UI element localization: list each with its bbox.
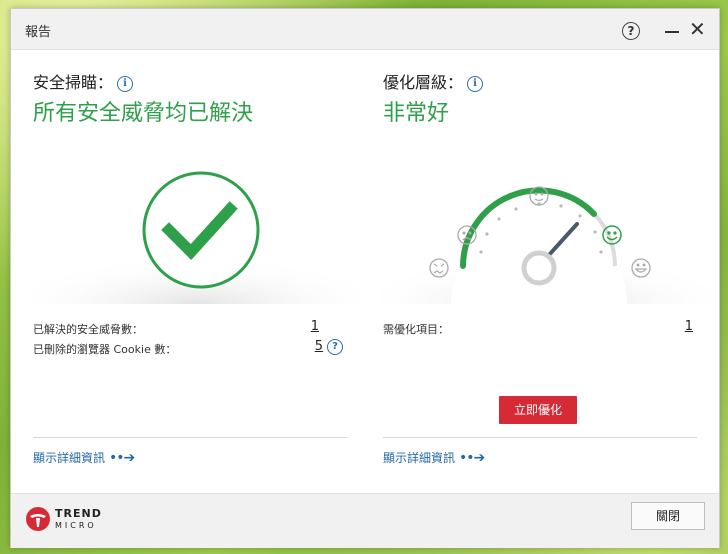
security-scan-heading: 安全掃瞄： i <box>33 69 134 93</box>
footer-bar: TREND MICRO 關閉 <box>11 493 719 548</box>
stat-row: 已解決的安全威脅數： 1 <box>33 319 343 339</box>
info-icon[interactable]: i <box>467 76 484 92</box>
items-to-optimize-count[interactable]: 1 <box>685 319 693 334</box>
optimization-status-text: 非常好 <box>383 101 450 126</box>
security-stats: 已解決的安全威脅數： 1 已刪除的瀏覽器 Cookie 數： 5 ? <box>33 319 343 359</box>
window-close-button[interactable]: ✕ <box>689 18 706 40</box>
optimization-heading-text: 優化層級： <box>383 73 464 92</box>
report-window: 報告 ? ✕ 安全掃瞄： i 所有安全威脅均已解決 已解決的安全威脅數： 1 已… <box>10 8 720 548</box>
optimization-stats: 需優化項目： 1 <box>383 319 693 339</box>
question-icon[interactable]: ? <box>327 339 343 355</box>
window-title: 報告 <box>25 25 52 40</box>
close-button[interactable]: 關閉 <box>631 502 705 530</box>
show-details-link[interactable]: 顯示詳細資訊 ••➔ <box>383 449 485 466</box>
security-scan-heading-text: 安全掃瞄： <box>33 73 114 92</box>
minimize-button[interactable] <box>665 31 679 33</box>
brand-line-1: TREND <box>55 507 102 520</box>
security-visual <box>31 134 361 304</box>
resolved-threats-count[interactable]: 1 <box>311 319 319 334</box>
brand-line-2: MICRO <box>55 521 97 530</box>
title-bar: 報告 ? ✕ <box>11 9 719 50</box>
brand-name: TREND MICRO <box>55 508 102 531</box>
optimization-gauge <box>381 134 711 304</box>
optimization-panel: 優化層級： i 非常好 需優化項目： 1 立即優化 顯示詳細資訊 ••➔ <box>381 49 711 479</box>
help-button[interactable]: ? <box>622 22 640 40</box>
stat-label: 已刪除的瀏覽器 Cookie 數： <box>33 343 177 356</box>
stat-row: 已刪除的瀏覽器 Cookie 數： 5 ? <box>33 339 343 359</box>
trend-micro-logo-icon <box>25 506 51 536</box>
show-details-label: 顯示詳細資訊 <box>383 451 456 465</box>
info-icon[interactable]: i <box>117 76 134 92</box>
show-details-link[interactable]: 顯示詳細資訊 ••➔ <box>33 449 135 466</box>
stat-label: 已解決的安全威脅數： <box>33 323 143 336</box>
arrow-right-icon: ••➔ <box>109 450 135 466</box>
optimize-now-button[interactable]: 立即優化 <box>499 396 577 424</box>
show-details-label: 顯示詳細資訊 <box>33 451 106 465</box>
checkmark-circle-icon <box>142 171 260 289</box>
gauge-hub <box>521 250 557 286</box>
deleted-cookies-count[interactable]: 5 <box>315 339 323 354</box>
optimization-heading: 優化層級： i <box>383 69 484 93</box>
stat-row: 需優化項目： 1 <box>383 319 693 339</box>
security-scan-panel: 安全掃瞄： i 所有安全威脅均已解決 已解決的安全威脅數： 1 已刪除的瀏覽器 … <box>31 49 361 479</box>
security-status-text: 所有安全威脅均已解決 <box>33 101 254 126</box>
divider <box>33 437 347 438</box>
stat-label: 需優化項目： <box>383 323 449 336</box>
arrow-right-icon: ••➔ <box>459 450 485 466</box>
divider <box>383 437 697 438</box>
